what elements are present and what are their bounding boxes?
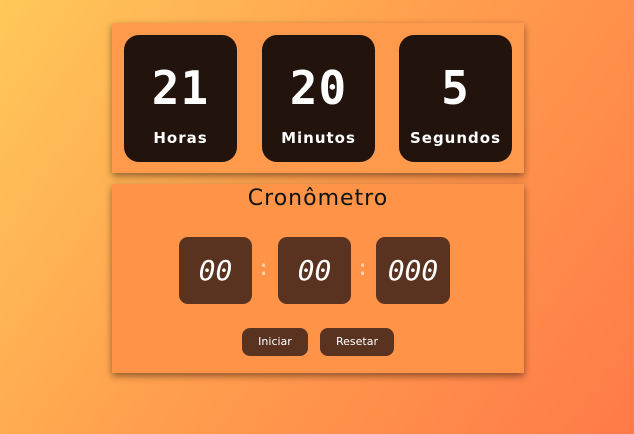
hours-label: Horas xyxy=(153,129,208,147)
stopwatch-title: Cronômetro xyxy=(247,186,389,211)
hours-box: 21 Horas xyxy=(124,35,237,162)
stopwatch-seconds: 00 xyxy=(278,237,351,304)
hours-value: 21 xyxy=(151,61,210,115)
minutes-box: 20 Minutos xyxy=(262,35,375,162)
separator-2: : xyxy=(356,256,370,281)
reset-button[interactable]: Resetar xyxy=(320,328,394,356)
start-button[interactable]: Iniciar xyxy=(242,328,308,356)
stopwatch-panel: Cronômetro 00 : 00 : 000 Iniciar Resetar xyxy=(112,184,524,373)
minutes-label: Minutos xyxy=(281,129,356,147)
separator-1: : xyxy=(257,256,271,281)
minutes-value: 20 xyxy=(289,61,348,115)
clock-panel: 21 Horas 20 Minutos 5 Segundos xyxy=(112,23,524,173)
seconds-value: 5 xyxy=(441,61,470,115)
seconds-label: Segundos xyxy=(409,129,502,147)
stopwatch-minutes: 00 xyxy=(179,237,252,304)
stopwatch-milliseconds: 000 xyxy=(376,237,450,304)
seconds-box: 5 Segundos xyxy=(399,35,512,162)
